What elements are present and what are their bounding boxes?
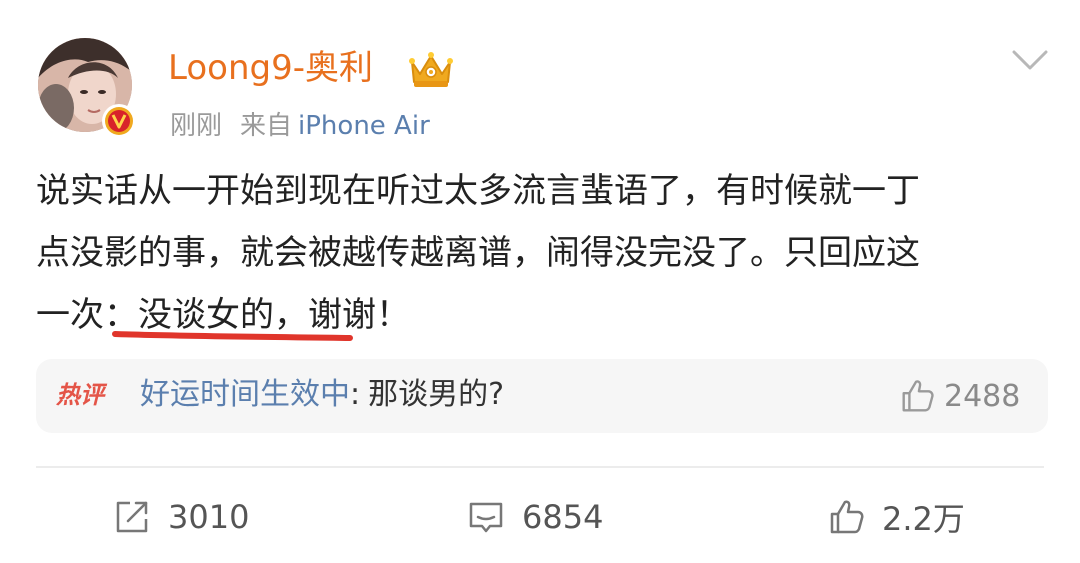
share-count: 3010 bbox=[168, 498, 250, 536]
comment-button[interactable]: 6854 bbox=[466, 495, 603, 539]
hot-comment-badge: 热评 bbox=[56, 381, 104, 409]
comment-count: 6854 bbox=[522, 498, 604, 536]
thumbs-up-icon bbox=[830, 500, 864, 534]
hot-comment-user[interactable]: 好运时间生效中 bbox=[140, 377, 350, 412]
hot-comment-like-button[interactable]: 2488 bbox=[898, 375, 1020, 417]
divider bbox=[36, 466, 1044, 468]
like-count: 2.2万 bbox=[882, 500, 965, 538]
post-source-device[interactable]: iPhone Air bbox=[298, 111, 430, 141]
author-name[interactable]: Loong9-奥利 bbox=[168, 46, 373, 90]
hot-comment[interactable]: 热评 好运时间生效中: 那谈男的? 2488 bbox=[36, 359, 1048, 433]
post-content-line: 点没影的事，就会被越传越离谱，闹得没完没了。只回应这 bbox=[36, 233, 920, 273]
chevron-down-icon[interactable] bbox=[1010, 46, 1050, 74]
hot-comment-separator: : bbox=[350, 377, 361, 412]
post-meta: 刚刚 来自 iPhone Air bbox=[170, 108, 430, 144]
hot-comment-like-count: 2488 bbox=[944, 378, 1021, 414]
post-content: 说实话从一开始到现在听过太多流言蜚语了，有时候就一丁 点没影的事，就会被越传越离… bbox=[36, 160, 1056, 346]
share-icon bbox=[116, 501, 148, 533]
post-source-prefix: 来自 bbox=[240, 111, 293, 141]
verified-badge bbox=[102, 104, 136, 138]
like-button[interactable]: 2.2万 bbox=[826, 495, 965, 539]
thumbs-up-icon bbox=[902, 380, 934, 412]
comment-icon bbox=[469, 502, 503, 533]
crown-icon[interactable] bbox=[406, 48, 456, 90]
post-time: 刚刚 bbox=[170, 111, 223, 141]
hot-comment-text: 好运时间生效中: 那谈男的? bbox=[140, 374, 504, 416]
post-content-line: 说实话从一开始到现在听过太多流言蜚语了，有时候就一丁 bbox=[36, 171, 920, 211]
share-button[interactable]: 3010 bbox=[112, 495, 249, 539]
red-underline-annotation bbox=[112, 325, 354, 343]
weibo-post-card: Loong9-奥利 刚刚 来自 iPhone Air 说实话从一开始到现在听过太多流… bbox=[0, 0, 1080, 563]
verified-badge-icon bbox=[105, 107, 133, 135]
hot-comment-body: 那谈男的? bbox=[368, 377, 505, 412]
